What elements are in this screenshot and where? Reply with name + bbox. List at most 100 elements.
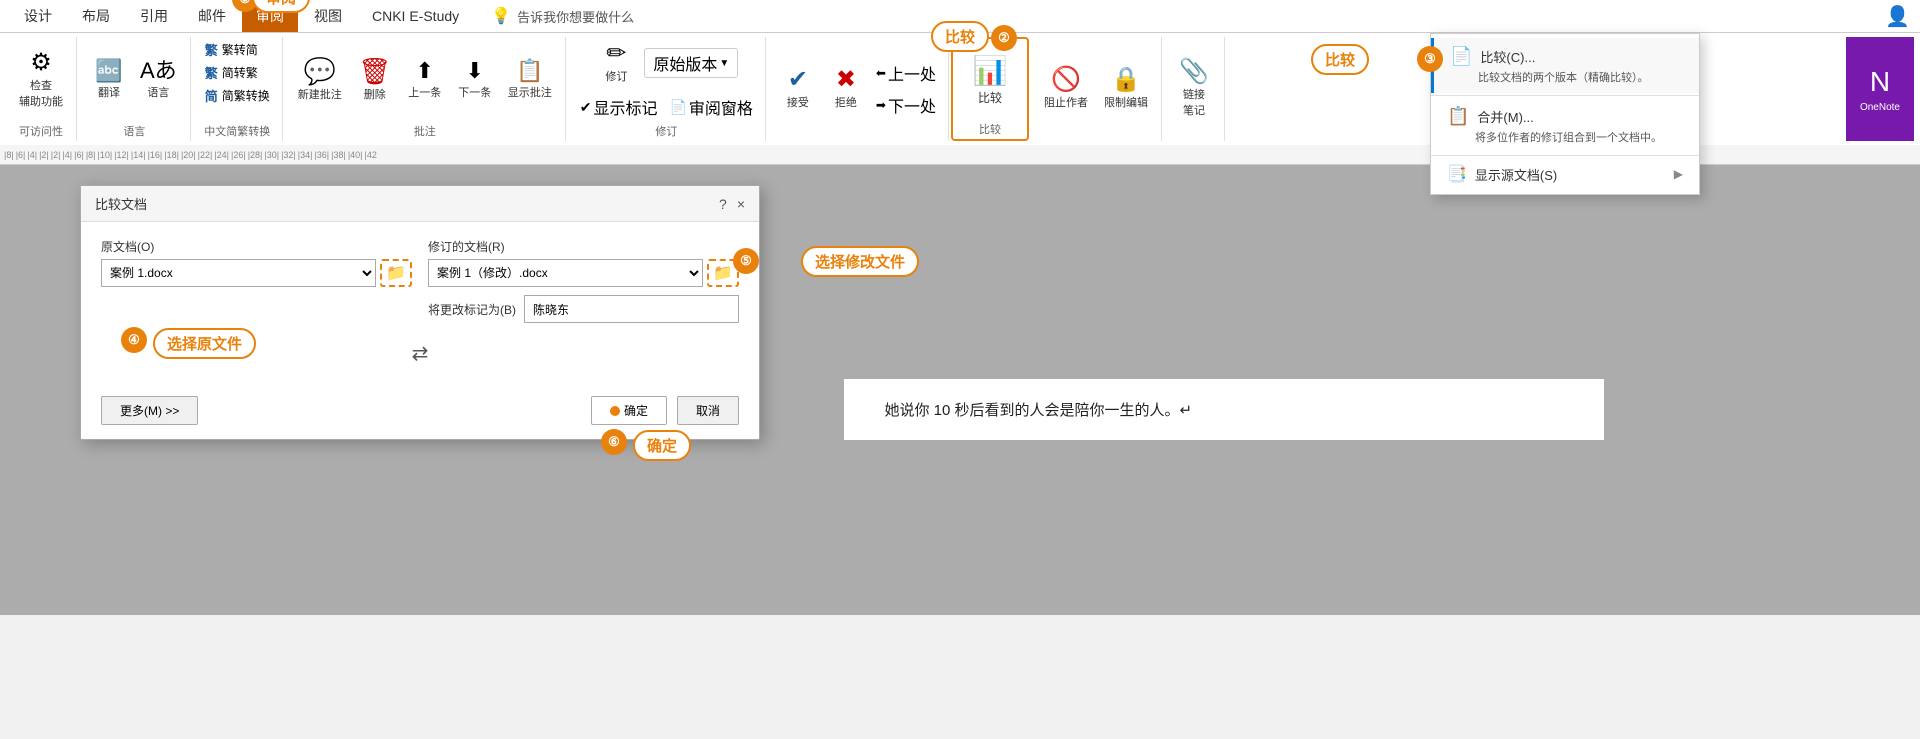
annotation-label-5: 选择修改文件 [801,246,919,277]
swap-icon[interactable]: ⇄ [412,341,429,366]
accessibility-icon: ⚙ [30,51,52,75]
tab-mail[interactable]: 邮件 [184,0,240,32]
simp-trad-label: 简转繁 [222,64,258,81]
btn-language[interactable]: Aあ 语言 [135,57,182,103]
compare-dialog: 比较文档 ? × 原文档(O) 案例 1.docx [80,185,760,440]
btn-next-change[interactable]: ➡ 下一处 [872,91,940,119]
group-changes: ✔ 接受 ✖ 拒绝 ⬅ 上一处 ➡ 下一处 [768,37,949,141]
tab-view[interactable]: 视图 [300,0,356,32]
dropdown-merge-item[interactable]: 📋 合并(M)... 将多位作者的修订组合到一个文档中。 [1431,98,1699,153]
btn-compare[interactable]: 📊 比较 [963,51,1017,109]
user-area: 👤 [1885,4,1910,29]
show-source-icon: 📑 [1447,164,1467,184]
original-select[interactable]: 案例 1.docx [101,259,376,287]
search-hint-area: 💡 告诉我你想要做什么 [491,6,634,26]
mark-input[interactable] [524,295,739,323]
modified-label: 修订的文档(R) [428,238,739,255]
markup-icon: ✔ [580,100,592,114]
dialog-title: 比较文档 [95,194,147,213]
tab-reference[interactable]: 引用 [126,0,182,32]
btn-reject[interactable]: ✖ 拒绝 [824,65,868,113]
dropdown-arrow-icon: ▶ [1674,167,1683,181]
group-chinese-label: 中文简繁转换 [204,121,270,139]
group-accessibility-label: 可访问性 [19,121,63,139]
version-label: 原始版本 [653,51,717,75]
btn-traditional-to-simplified[interactable]: 繁 繁转简 [201,39,262,60]
group-comments-label: 批注 [414,121,436,139]
ok-btn[interactable]: 确定 [591,396,667,425]
dropdown-show-source[interactable]: 📑 显示源文档(S) ▶ [1431,158,1699,190]
dialog-title-bar: 比较文档 ? × [81,186,759,222]
dropdown-merge-icon: 📋 [1447,106,1469,127]
reject-label: 拒绝 [835,94,857,110]
prev-comment-label: 上一条 [408,84,441,100]
btn-block-author[interactable]: 🚫 阻止作者 [1039,65,1093,113]
folder-icon: 📁 [386,263,406,283]
trad-simp-icon: 繁 [205,40,218,59]
btn-review-pane[interactable]: 📄 审阅窗格 [665,93,756,121]
dropdown-merge-desc: 将多位作者的修订组合到一个文档中。 [1447,129,1683,145]
original-doc-col: 原文档(O) 案例 1.docx 📁 ④ 选择原文件 [101,238,412,323]
btn-show-markup[interactable]: ✔ 显示标记 [576,93,662,121]
btn-next-comment[interactable]: ⬇ 下一条 [453,57,497,103]
group-link-notes: 📎 链接笔记 [1164,37,1225,141]
search-hint-text: 告诉我你想要做什么 [517,7,634,26]
original-input-row: 案例 1.docx 📁 [101,259,412,287]
dialog-close-btn[interactable]: × [737,196,745,212]
btn-translate[interactable]: 🔤 翻译 [87,57,131,103]
btn-version-dropdown[interactable]: 原始版本 ▼ [644,48,738,78]
more-btn[interactable]: 更多(M) >> [101,396,198,425]
restrict-label: 限制编辑 [1104,94,1148,110]
restrict-icon: 🔒 [1111,68,1141,92]
btn-track-changes[interactable]: ✏ 修订 [594,39,638,87]
language-label: 语言 [147,84,169,100]
btn-restrict-edit[interactable]: 🔒 限制编辑 [1099,65,1153,113]
delete-comment-icon: 🗑 [358,58,391,84]
version-dropdown-icon: ▼ [719,58,729,69]
ok-dot [610,406,620,416]
group-tracking: ✏ 修订 原始版本 ▼ ✔ 显示标记 📄 审阅窗格 [568,37,766,141]
original-browse-btn[interactable]: 📁 [380,259,412,287]
annotation-label-6: 确定 [633,430,691,461]
cancel-btn[interactable]: 取消 [677,396,739,425]
modified-select[interactable]: 案例 1（修改）.docx [428,259,703,287]
convert-icon: 简 [205,86,218,105]
markup-label: 显示标记 [593,95,657,119]
simp-trad-icon: 繁 [205,63,218,82]
prev-change-label: 上一处 [888,61,936,85]
dropdown-compare-item[interactable]: 📄 比较(C)... 比较文档的两个版本（精确比较）。 [1431,38,1699,93]
track-icon: ✏ [606,42,626,66]
dialog-help-btn[interactable]: ? [719,196,727,212]
lightbulb-icon: 💡 [491,6,511,26]
onenote-panel[interactable]: N OneNote [1846,37,1914,141]
pane-label: 审阅窗格 [689,95,753,119]
btn-simp-trad-convert[interactable]: 简 简繁转换 [201,85,274,106]
delete-comment-label: 删除 [364,86,386,102]
btn-accessibility[interactable]: ⚙ 检查辅助功能 [14,48,68,112]
onenote-icon: N [1870,66,1890,98]
btn-accept[interactable]: ✔ 接受 [776,65,820,113]
tab-layout[interactable]: 布局 [68,0,124,32]
btn-simplified-to-traditional[interactable]: 繁 简转繁 [201,62,262,83]
btn-show-comments[interactable]: 📋 显示批注 [503,57,557,103]
convert-label: 简繁转换 [222,87,270,104]
dialog-container: 比较文档 ? × 原文档(O) 案例 1.docx [20,185,760,440]
btn-prev-comment[interactable]: ⬆ 上一条 [403,57,447,103]
btn-prev-change[interactable]: ⬅ 上一处 [872,59,940,87]
group-compare: ② 比较 📊 比较 比较 [951,37,1029,141]
tab-review[interactable]: 审阅 ① 审阅 [242,0,298,32]
tab-cnki[interactable]: CNKI E-Study [358,2,473,30]
compare-dropdown: 📄 比较(C)... 比较文档的两个版本（精确比较）。 ③ 比较 📋 合并(M)… [1430,33,1700,195]
track-label: 修订 [605,68,627,84]
annotation-label-2: 比较 [931,21,989,52]
tab-design[interactable]: 设计 [10,0,66,32]
show-comments-label: 显示批注 [508,84,552,100]
btn-new-comment[interactable]: 💬 新建批注 [293,55,347,105]
group-protect: 🚫 阻止作者 🔒 限制编辑 [1031,37,1162,141]
btn-link-notes[interactable]: 📎 链接笔记 [1172,57,1216,121]
show-source-label: 显示源文档(S) [1475,165,1557,184]
doc-content: 她说你 10 秒后看到的人会是陪你一生的人。↵ [884,402,1192,419]
link-notes-label: 链接笔记 [1183,86,1205,118]
btn-delete-comment[interactable]: 🗑 删除 [353,55,397,105]
modified-doc-col: 修订的文档(R) 案例 1（修改）.docx 📁 将更改标记为(B) [428,238,739,323]
